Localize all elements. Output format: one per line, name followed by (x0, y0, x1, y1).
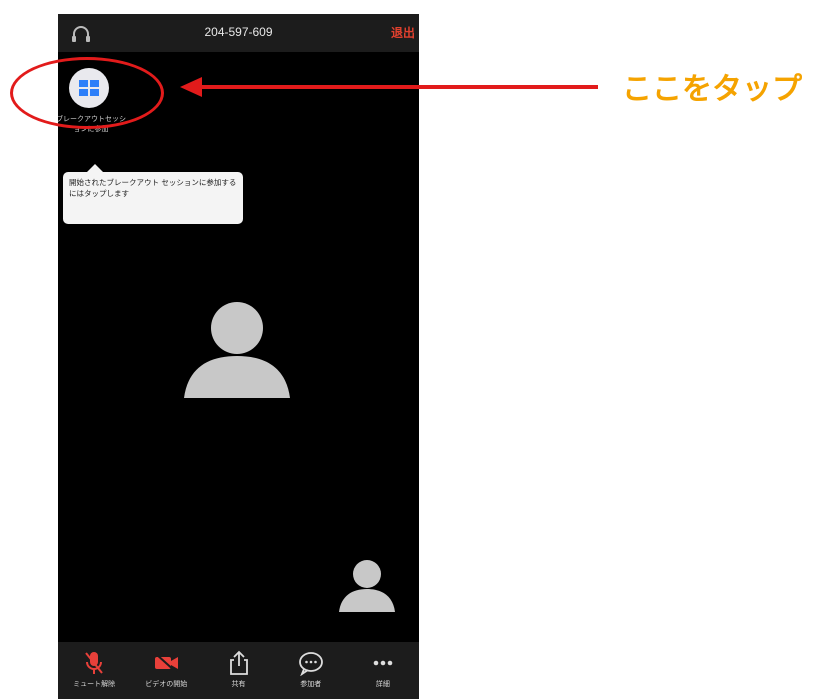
more-label: 詳細 (375, 680, 390, 688)
leave-button[interactable]: 退出 (391, 24, 415, 41)
unmute-button[interactable]: ミュート解除 (58, 642, 130, 699)
arrow-icon (180, 77, 598, 97)
participants-label: 参加者 (300, 680, 322, 688)
share-icon (229, 650, 248, 675)
start-video-label: ビデオの開始 (145, 680, 188, 688)
muted-mic-icon (85, 652, 103, 674)
unmute-label: ミュート解除 (73, 680, 116, 688)
top-bar: 204-597-609 退出 (58, 14, 419, 52)
share-button[interactable]: 共有 (202, 642, 274, 699)
highlight-circle (10, 57, 164, 129)
video-off-icon (155, 653, 179, 673)
participants-button[interactable]: 参加者 (275, 642, 347, 699)
chat-bubble-icon (298, 652, 323, 676)
more-button[interactable]: 詳細 (347, 642, 419, 699)
participant-avatar-large (184, 302, 290, 398)
share-label: 共有 (231, 680, 246, 688)
start-video-button[interactable]: ビデオの開始 (130, 642, 202, 699)
meeting-toolbar: ミュート解除 ビデオの開始 共有 参加者 詳細 (58, 642, 419, 699)
breakout-tooltip: 開始されたブレークアウト セッションに参加するにはタップします (63, 172, 243, 224)
more-icon (373, 660, 393, 666)
meeting-id: 204-597-609 (204, 25, 273, 39)
self-view-avatar (339, 560, 395, 612)
annotation-label: ここをタップ (622, 72, 802, 107)
